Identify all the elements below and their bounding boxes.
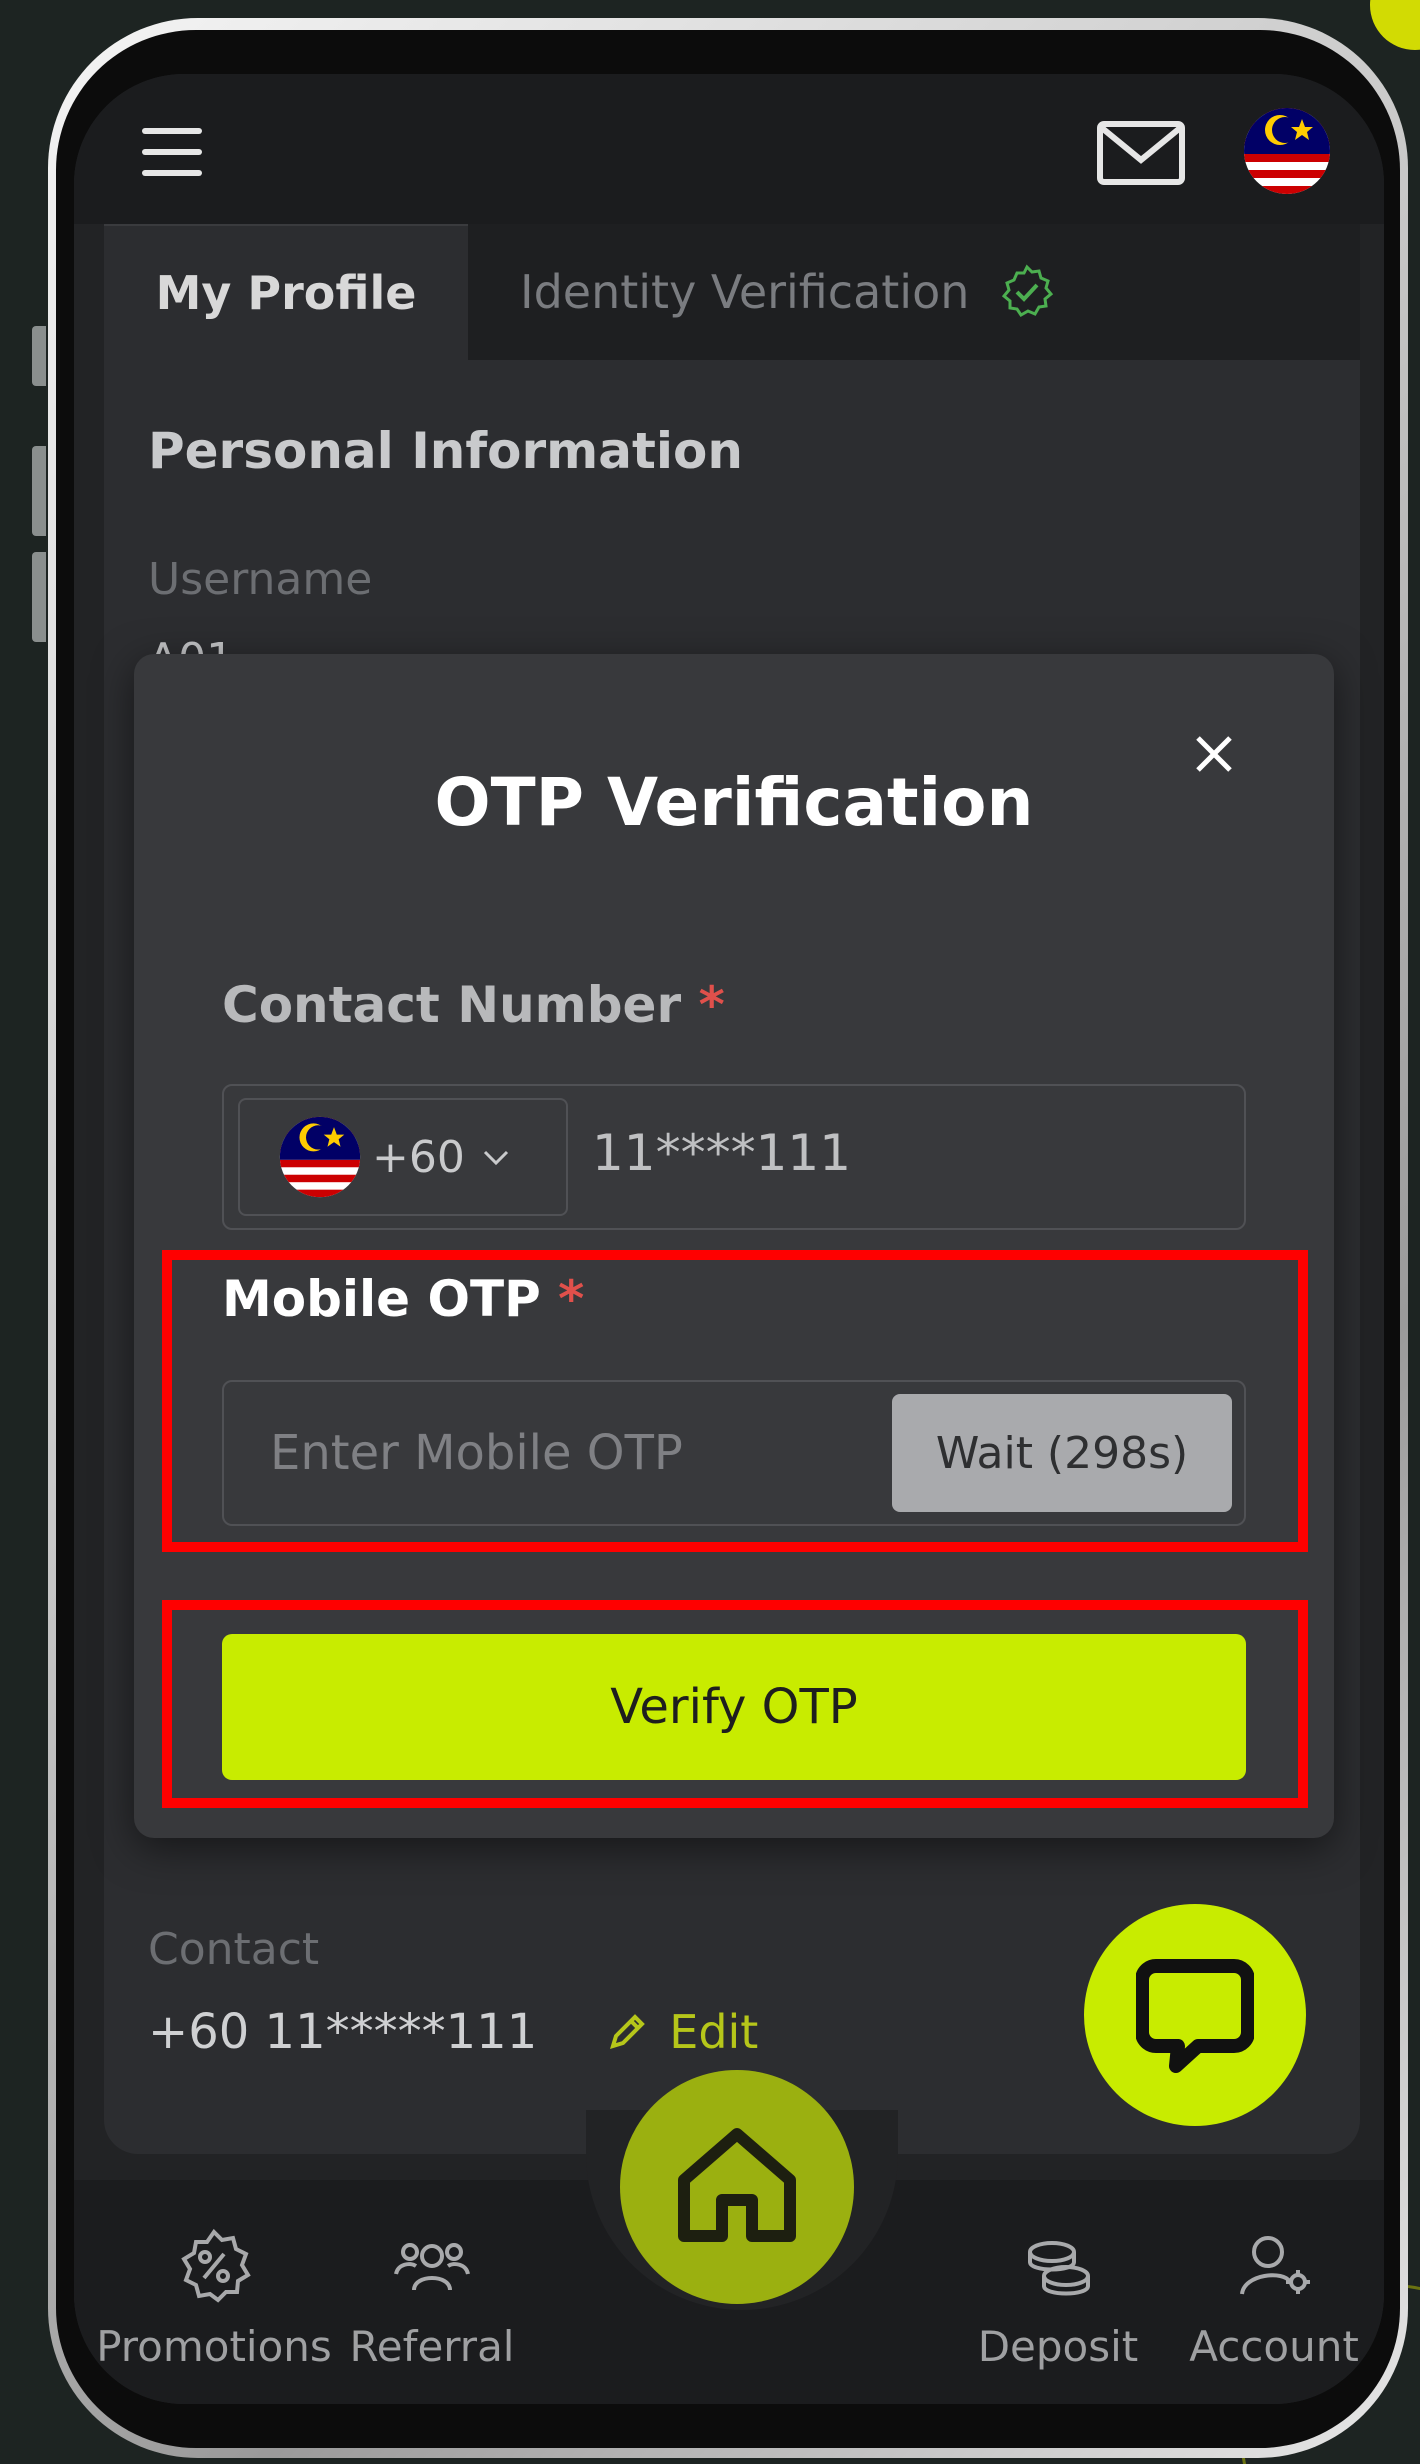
contact-number-label: Contact Number * [222, 976, 725, 1034]
edit-contact-link[interactable]: Edit [607, 2005, 758, 2059]
contact-number: +60 11*****111 [148, 2004, 538, 2060]
malaysia-flag-icon [279, 1116, 361, 1198]
malaysia-flag-icon[interactable] [1242, 106, 1332, 196]
highlight-box-verify [162, 1600, 1308, 1808]
account-gear-icon [1240, 2236, 1310, 2295]
tab-label: My Profile [155, 266, 417, 320]
coins-icon [1028, 2241, 1090, 2296]
promotion-badge-icon [181, 2228, 251, 2303]
device-side-button [32, 446, 46, 536]
contact-row: +60 11*****111 Edit [148, 2004, 758, 2060]
phone-screen: My Profile Identity Verification Persona… [74, 74, 1384, 2404]
nav-label: Account [1189, 2322, 1359, 2371]
verified-check-icon [1002, 264, 1054, 317]
live-chat-button[interactable] [1084, 1904, 1306, 2126]
nav-item-referral[interactable]: Referral [302, 2226, 562, 2371]
tab-label: Identity Verification [520, 265, 970, 319]
device-side-button [32, 552, 46, 642]
home-button[interactable] [620, 2070, 854, 2304]
nav-label: Referral [349, 2322, 515, 2371]
nav-label: Deposit [977, 2322, 1139, 2371]
required-mark: * [698, 976, 725, 1034]
tab-identity-verification[interactable]: Identity Verification [520, 224, 1120, 360]
phone-number-value: 11****111 [592, 1124, 852, 1182]
device-side-button [32, 326, 46, 386]
country-code-select[interactable]: +60 [238, 1098, 568, 1216]
pencil-icon [610, 2014, 646, 2049]
referral-people-icon [394, 2243, 470, 2291]
modal-title: OTP Verification [434, 764, 1034, 841]
highlight-box-otp [162, 1250, 1308, 1552]
home-icon [678, 2128, 796, 2242]
chat-bubble-icon [1136, 1959, 1254, 2073]
tab-my-profile[interactable]: My Profile [104, 224, 468, 360]
top-bar [74, 74, 1384, 224]
nav-label: Promotions [96, 2322, 332, 2371]
username-label: Username [148, 554, 373, 605]
hamburger-icon[interactable] [142, 128, 202, 176]
chevron-down-icon [483, 1150, 508, 1166]
label-text: Contact Number [222, 976, 682, 1034]
close-icon[interactable] [1184, 724, 1244, 784]
mail-icon[interactable] [1096, 120, 1186, 186]
country-code: +60 [372, 1131, 465, 1183]
contact-label: Contact [148, 1924, 320, 1975]
profile-tabs: My Profile Identity Verification [104, 224, 1360, 360]
contact-number-field: +60 11****111 [222, 1084, 1246, 1230]
nav-item-account[interactable]: Account [1144, 2226, 1384, 2371]
corner-decoration [1370, 0, 1420, 50]
section-title: Personal Information [148, 422, 743, 480]
edit-label: Edit [669, 2005, 759, 2059]
